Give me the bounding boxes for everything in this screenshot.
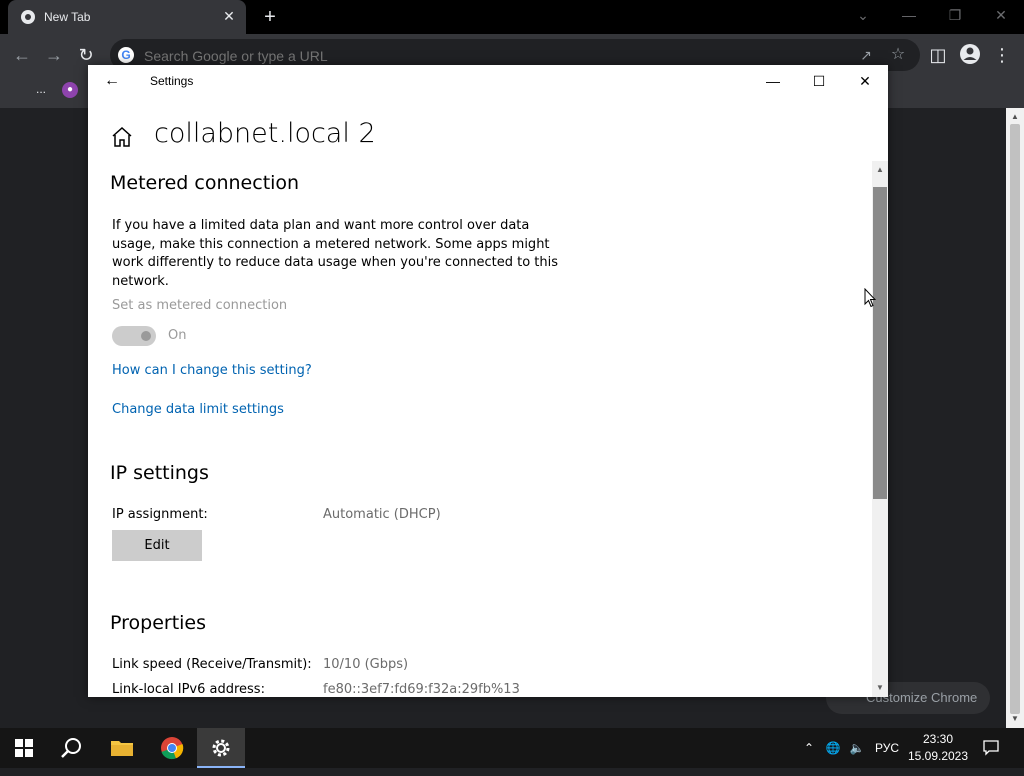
metered-description: If you have a limited data plan and want… (112, 218, 559, 289)
back-arrow-icon[interactable]: ← (10, 43, 34, 67)
clock-date: 15.09.2023 (907, 749, 969, 763)
settings-scroll-thumb[interactable] (873, 187, 887, 499)
data-limit-settings-link[interactable]: Change data limit settings (112, 402, 284, 417)
ip-assignment-value: Automatic (DHCP) (323, 507, 441, 522)
tray-expand-icon[interactable]: ⌃ (800, 728, 818, 768)
settings-window: ← Settings — ☐ ✕ collabnet.local 2 Meter… (88, 65, 888, 697)
ip-settings-heading: IP settings (110, 462, 209, 484)
scroll-up-icon[interactable]: ▲ (1006, 110, 1024, 124)
settings-close-button[interactable]: ✕ (842, 65, 888, 97)
ipv6-value: fe80::3ef7:fd69:f32a:29fb%13 (323, 682, 520, 697)
tab-search-icon[interactable]: ⌄ (840, 0, 886, 30)
clock[interactable]: 23:30 15.09.2023 (906, 731, 970, 765)
metered-toggle-label: Set as metered connection (112, 298, 288, 313)
edit-button[interactable]: Edit (112, 530, 202, 561)
chrome-taskbar-icon[interactable] (148, 728, 196, 768)
settings-titlebar: ← Settings — ☐ ✕ (88, 65, 888, 97)
toggle-knob (141, 331, 151, 341)
search-icon[interactable] (48, 728, 96, 768)
settings-window-title: Settings (150, 74, 194, 88)
bookmarks-more[interactable]: ... (36, 82, 46, 96)
reload-icon[interactable]: ↻ (74, 43, 98, 67)
menu-kebab-icon[interactable]: ⋮ (990, 43, 1014, 67)
chrome-favicon-icon (21, 10, 35, 24)
network-globe-icon[interactable]: 🌐 (822, 728, 844, 768)
tab-close-icon[interactable]: ✕ (218, 5, 240, 27)
star-icon[interactable]: ☆ (886, 43, 910, 67)
windows-taskbar: ⌃ 🌐 🔈 РУС 23:30 15.09.2023 (0, 728, 1024, 768)
profile-avatar-icon[interactable] (958, 43, 982, 67)
settings-maximize-button[interactable]: ☐ (796, 65, 842, 97)
settings-content: Metered connection If you have a limited… (88, 165, 874, 697)
scroll-down-icon[interactable]: ▼ (872, 681, 888, 695)
home-icon[interactable] (110, 125, 134, 149)
chrome-scrollbar[interactable]: ▲ ▼ (1006, 108, 1024, 728)
clock-time: 23:30 (922, 732, 954, 746)
metered-toggle-state: On (168, 328, 187, 343)
tab-new-tab[interactable]: New Tab ✕ (8, 0, 246, 34)
volume-muted-icon[interactable]: 🔈 (846, 728, 868, 768)
mouse-cursor-icon (864, 288, 876, 308)
settings-minimize-button[interactable]: — (750, 65, 796, 97)
link-speed-value: 10/10 (Gbps) (323, 657, 409, 672)
chrome-tabstrip: New Tab ✕ + ⌄ — ❐ ✕ (0, 0, 1024, 34)
side-panel-icon[interactable]: ◫ (926, 43, 950, 67)
start-button[interactable] (0, 728, 48, 768)
page-title: collabnet.local 2 (154, 118, 376, 149)
scroll-up-icon[interactable]: ▲ (872, 163, 888, 177)
google-icon: G (118, 47, 134, 63)
link-speed-label: Link speed (Receive/Transmit): (112, 657, 312, 672)
scroll-down-icon[interactable]: ▼ (1006, 712, 1024, 726)
restore-button[interactable]: ❐ (932, 0, 978, 30)
share-icon[interactable]: ↗ (854, 43, 878, 67)
minimize-button[interactable]: — (886, 0, 932, 30)
new-tab-button[interactable]: + (258, 5, 282, 29)
back-arrow-icon[interactable]: ← (100, 69, 124, 93)
tab-title: New Tab (44, 10, 91, 24)
forward-arrow-icon[interactable]: → (42, 43, 66, 67)
metered-toggle[interactable] (112, 326, 156, 346)
how-change-setting-link[interactable]: How can I change this setting? (112, 363, 312, 378)
chrome-scroll-thumb[interactable] (1010, 124, 1020, 714)
ip-assignment-label: IP assignment: (112, 507, 208, 522)
properties-heading: Properties (110, 612, 207, 634)
language-indicator[interactable]: РУС (872, 728, 902, 768)
settings-scrollbar[interactable]: ▲ ▼ (872, 161, 888, 697)
file-explorer-icon[interactable] (98, 728, 146, 768)
notification-icon[interactable] (978, 728, 1004, 768)
close-button[interactable]: ✕ (978, 0, 1024, 30)
bookmark-icon[interactable]: ● (62, 82, 78, 98)
ipv6-label: Link-local IPv6 address: (112, 682, 265, 697)
omnibox-input[interactable] (142, 45, 746, 67)
settings-taskbar-icon[interactable] (197, 728, 245, 768)
metered-heading: Metered connection (110, 172, 300, 194)
